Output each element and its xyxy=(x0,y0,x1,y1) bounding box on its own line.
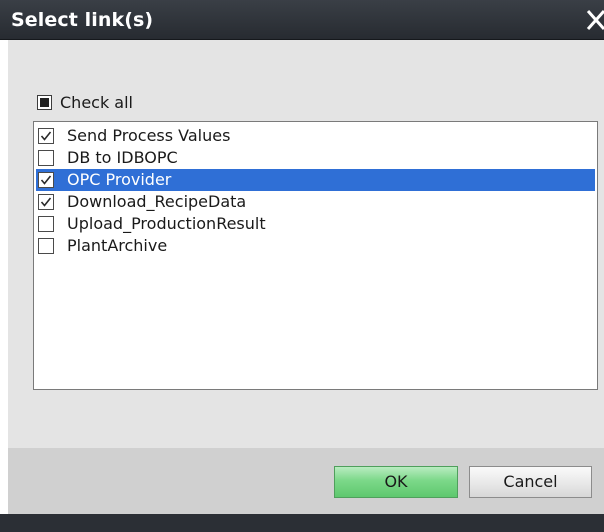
item-checkbox[interactable] xyxy=(38,216,54,232)
item-label: OPC Provider xyxy=(67,170,172,189)
list-item[interactable]: DB to IDBOPC xyxy=(36,147,595,169)
item-checkbox[interactable] xyxy=(38,194,54,210)
checkmark-icon xyxy=(40,197,52,207)
list-item[interactable]: Upload_ProductionResult xyxy=(36,213,595,235)
list-item[interactable]: PlantArchive xyxy=(36,235,595,257)
select-links-dialog: Select link(s) Check all Send Process Va… xyxy=(0,0,604,532)
check-all-label: Check all xyxy=(60,93,133,112)
bottom-edge xyxy=(0,514,604,532)
ok-button[interactable]: OK xyxy=(334,466,458,498)
cancel-button[interactable]: Cancel xyxy=(469,466,592,498)
list-item[interactable]: Download_RecipeData xyxy=(36,191,595,213)
item-label: Download_RecipeData xyxy=(67,192,247,211)
item-label: Send Process Values xyxy=(67,126,231,145)
close-icon[interactable] xyxy=(578,8,604,34)
item-checkbox[interactable] xyxy=(38,238,54,254)
checkmark-icon xyxy=(40,131,52,141)
dialog-title: Select link(s) xyxy=(11,9,154,31)
indeterminate-mark-icon xyxy=(40,98,49,107)
item-label: DB to IDBOPC xyxy=(67,148,178,167)
list-item[interactable]: OPC Provider xyxy=(36,169,595,191)
title-bar[interactable]: Select link(s) xyxy=(0,0,604,40)
item-checkbox[interactable] xyxy=(38,172,54,188)
check-all-checkbox[interactable] xyxy=(37,95,52,110)
list-item[interactable]: Send Process Values xyxy=(36,125,595,147)
item-label: Upload_ProductionResult xyxy=(67,214,266,233)
item-label: PlantArchive xyxy=(67,236,168,255)
links-list[interactable]: Send Process Values DB to IDBOPC OPC Pro… xyxy=(33,121,598,390)
checkmark-icon xyxy=(40,175,52,185)
item-checkbox[interactable] xyxy=(38,150,54,166)
item-checkbox[interactable] xyxy=(38,128,54,144)
